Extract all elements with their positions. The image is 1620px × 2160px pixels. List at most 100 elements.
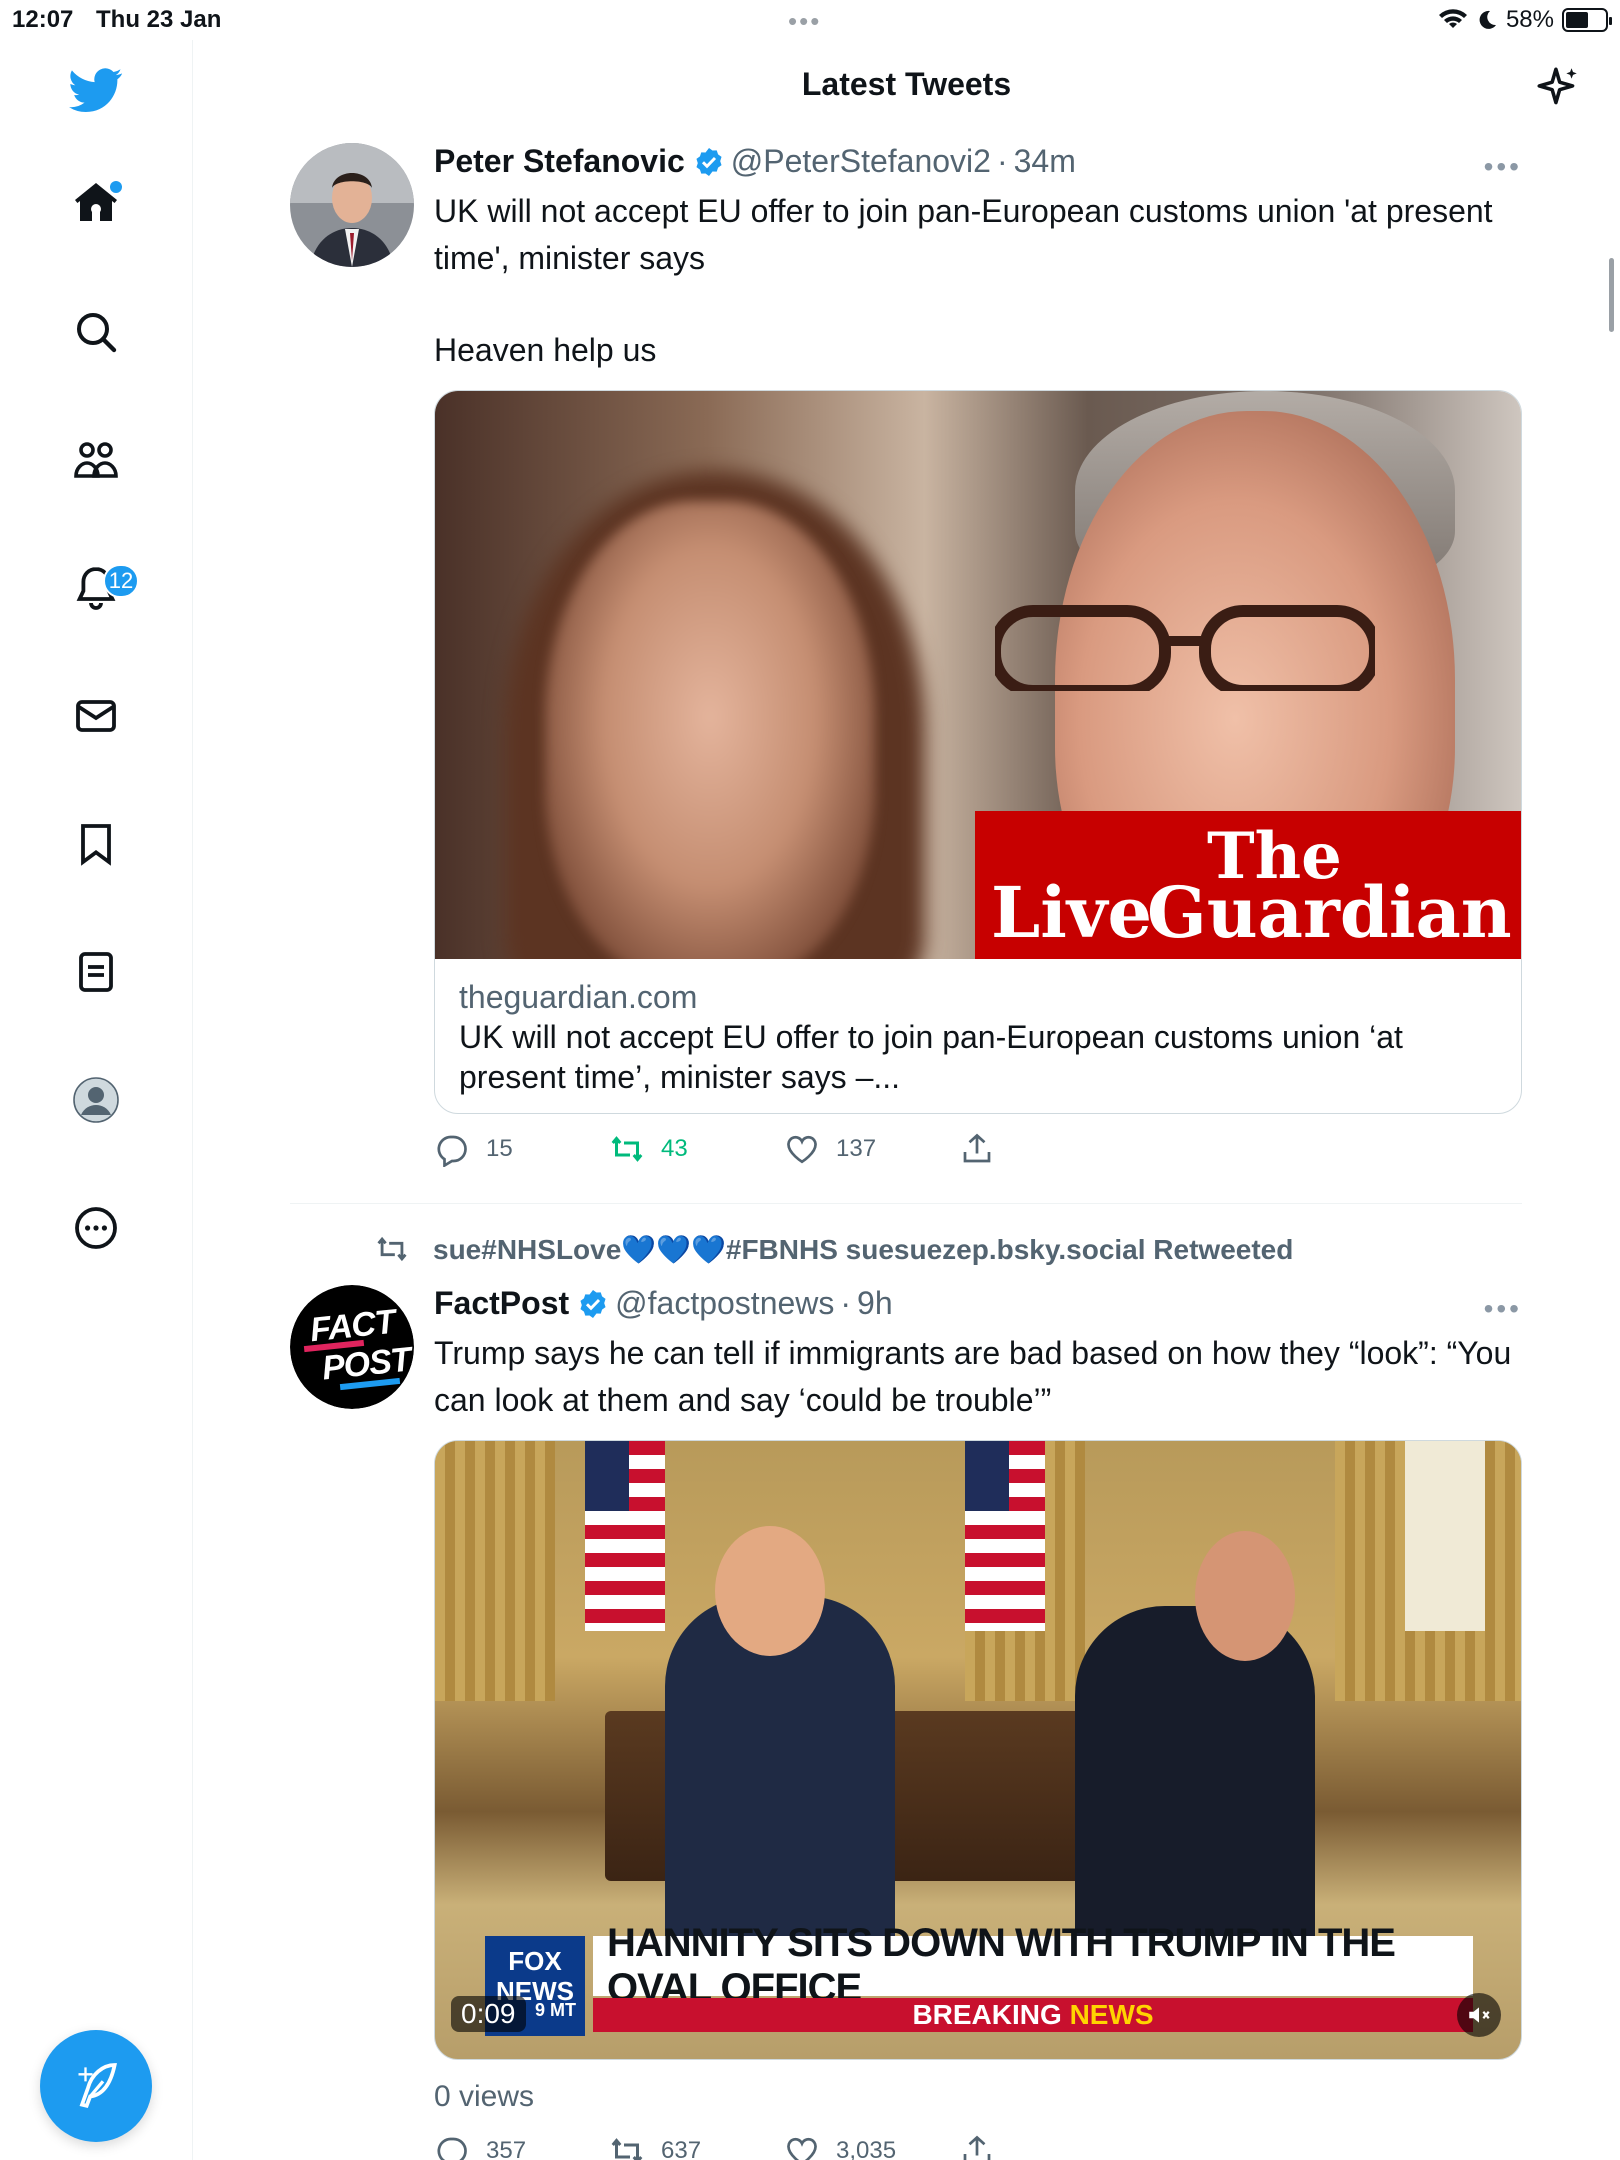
retweet-icon bbox=[611, 1136, 643, 1162]
meta-separator: · bbox=[840, 1285, 852, 1321]
profile-icon bbox=[73, 1077, 119, 1123]
sidebar-item-profile[interactable] bbox=[56, 1060, 136, 1140]
sidebar-item-more[interactable] bbox=[56, 1188, 136, 1268]
retweet-count: 43 bbox=[661, 1135, 688, 1162]
muted-speaker-icon bbox=[1469, 2007, 1490, 2023]
sidebar-item-bookmarks[interactable] bbox=[56, 804, 136, 884]
tweet-meta: Peter Stefanovic @PeterStefanovi2 · 34m bbox=[434, 143, 1522, 180]
tweet[interactable]: Peter Stefanovic @PeterStefanovi2 · 34m … bbox=[290, 143, 1522, 1193]
tweet-actions: 15 43 137 bbox=[434, 1131, 1134, 1167]
share-icon bbox=[963, 2135, 991, 2160]
tweet-time[interactable]: 34m bbox=[1014, 143, 1076, 180]
heart-icon bbox=[787, 1135, 817, 1164]
wifi-icon bbox=[1438, 9, 1467, 28]
retweeted-by[interactable]: sue#NHSLove💙💙💙#FBNHS suesuezep.bsky.soci… bbox=[375, 1232, 1293, 1266]
status-bar: 12:07 Thu 23 Jan ••• 58% bbox=[0, 0, 1620, 40]
tweet-divider bbox=[290, 1203, 1522, 1204]
avatar[interactable] bbox=[290, 143, 414, 267]
scroll-indicator[interactable] bbox=[1609, 258, 1614, 332]
heart-icon bbox=[787, 2137, 817, 2160]
author-handle[interactable]: @PeterStefanovi2 bbox=[731, 143, 991, 180]
avatar[interactable]: FACT POST bbox=[290, 1285, 414, 1409]
sidebar-item-explore[interactable] bbox=[56, 292, 136, 372]
reply-icon bbox=[437, 2137, 467, 2160]
tweet-text-paragraph: Heaven help us bbox=[434, 332, 657, 368]
reply-button[interactable]: 15 bbox=[434, 1131, 609, 1167]
tweet-more-button[interactable]: ••• bbox=[1484, 1293, 1522, 1325]
verified-badge-icon bbox=[696, 147, 722, 176]
reply-button[interactable]: 357 bbox=[434, 2133, 609, 2160]
video-timecode-label: 9 MT bbox=[535, 2000, 577, 2020]
status-date: Thu 23 Jan bbox=[96, 6, 222, 33]
retweet-count: 637 bbox=[661, 2137, 702, 2160]
battery-icon bbox=[1562, 8, 1612, 32]
guardian-logo: The Live Guardian bbox=[975, 811, 1521, 959]
share-icon bbox=[963, 1133, 991, 1163]
link-card-image: The Live Guardian bbox=[435, 391, 1521, 959]
compose-tweet-button[interactable] bbox=[40, 2030, 152, 2142]
search-icon bbox=[77, 313, 117, 353]
reply-count: 15 bbox=[486, 1135, 513, 1162]
link-card-info: theguardian.com UK will not accept EU of… bbox=[435, 959, 1521, 1113]
meta-separator: · bbox=[996, 143, 1008, 179]
tweet-more-button[interactable]: ••• bbox=[1484, 151, 1522, 183]
video-duration: 0:09 bbox=[451, 1996, 526, 2032]
tweet-meta: FactPost @factpostnews · 9h bbox=[434, 1285, 1522, 1322]
sidebar-item-lists[interactable] bbox=[56, 932, 136, 1012]
retweet-icon bbox=[377, 1236, 407, 1262]
lists-icon bbox=[79, 952, 113, 992]
like-button[interactable]: 3,035 bbox=[784, 2133, 959, 2160]
retweet-icon bbox=[611, 2138, 643, 2160]
sidebar-item-messages[interactable] bbox=[56, 676, 136, 756]
battery-percent: 58% bbox=[1505, 6, 1554, 33]
chyron-breaking: BREAKING NEWS bbox=[593, 1998, 1473, 2032]
like-count: 137 bbox=[836, 1135, 877, 1162]
factpost-logo: FACT POST bbox=[290, 1285, 414, 1409]
tweet-text: UK will not accept EU offer to join pan-… bbox=[434, 188, 1522, 374]
sidebar-item-notifications[interactable]: 12 bbox=[56, 548, 139, 628]
tweet-text-paragraph: UK will not accept EU offer to join pan-… bbox=[434, 193, 1493, 276]
video-chyron: FOX NEWS HANNITY SITS DOWN WITH TRUMP IN… bbox=[485, 1921, 1475, 2036]
tweet-text-paragraph: Trump says he can tell if immigrants are… bbox=[434, 1335, 1512, 1418]
video-player[interactable]: FOX NEWS HANNITY SITS DOWN WITH TRUMP IN… bbox=[434, 1440, 1522, 2060]
sidebar-item-communities[interactable] bbox=[56, 420, 136, 500]
video-views: 0 views bbox=[434, 2080, 535, 2113]
reply-icon bbox=[437, 1135, 467, 1167]
chyron-headline: HANNITY SITS DOWN WITH TRUMP IN THE OVAL… bbox=[593, 1921, 1473, 2010]
retweet-button[interactable]: 43 bbox=[609, 1131, 784, 1167]
link-card-domain: theguardian.com bbox=[459, 979, 698, 1015]
link-card[interactable]: The Live Guardian theguardian.com UK wil… bbox=[434, 390, 1522, 1114]
author-handle[interactable]: @factpostnews bbox=[615, 1285, 834, 1322]
communities-icon bbox=[74, 442, 118, 478]
tweet-time[interactable]: 9h bbox=[857, 1285, 893, 1322]
avatar-photo bbox=[290, 143, 414, 267]
like-count: 3,035 bbox=[836, 2137, 897, 2160]
reply-count: 357 bbox=[486, 2137, 527, 2160]
share-button[interactable] bbox=[959, 2133, 1134, 2160]
compose-icon bbox=[78, 2063, 117, 2109]
home-new-dot bbox=[110, 181, 122, 193]
author-name[interactable]: FactPost bbox=[434, 1285, 569, 1322]
tweet-actions: 357 637 3,035 bbox=[434, 2133, 1134, 2160]
like-button[interactable]: 137 bbox=[784, 1131, 959, 1167]
status-right: 58% bbox=[1438, 6, 1612, 34]
link-card-headline: UK will not accept EU offer to join pan-… bbox=[459, 1019, 1403, 1095]
share-button[interactable] bbox=[959, 1131, 1134, 1167]
retweet-button[interactable]: 637 bbox=[609, 2133, 784, 2160]
tweet[interactable]: FACT POST FactPost @factpostnews · 9h ••… bbox=[290, 1285, 1522, 2160]
page-title: Latest Tweets bbox=[801, 66, 1012, 102]
sparkle-icon[interactable] bbox=[1533, 63, 1583, 113]
mute-button[interactable] bbox=[1457, 1993, 1501, 2037]
sidebar: 12 bbox=[0, 40, 193, 2160]
moon-icon bbox=[1479, 10, 1496, 29]
twitter-logo-icon[interactable] bbox=[56, 50, 136, 130]
more-icon bbox=[75, 1207, 117, 1249]
tweet-text: Trump says he can tell if immigrants are… bbox=[434, 1330, 1522, 1424]
author-name[interactable]: Peter Stefanovic bbox=[434, 143, 685, 180]
bookmark-icon bbox=[81, 824, 111, 866]
status-time: 12:07 bbox=[12, 6, 74, 33]
retweeted-by-text: sue#NHSLove💙💙💙#FBNHS suesuezep.bsky.soci… bbox=[433, 1233, 1294, 1265]
sidebar-item-home[interactable] bbox=[56, 163, 136, 243]
mail-icon bbox=[76, 700, 116, 732]
multitasking-dots[interactable]: ••• bbox=[788, 6, 821, 37]
